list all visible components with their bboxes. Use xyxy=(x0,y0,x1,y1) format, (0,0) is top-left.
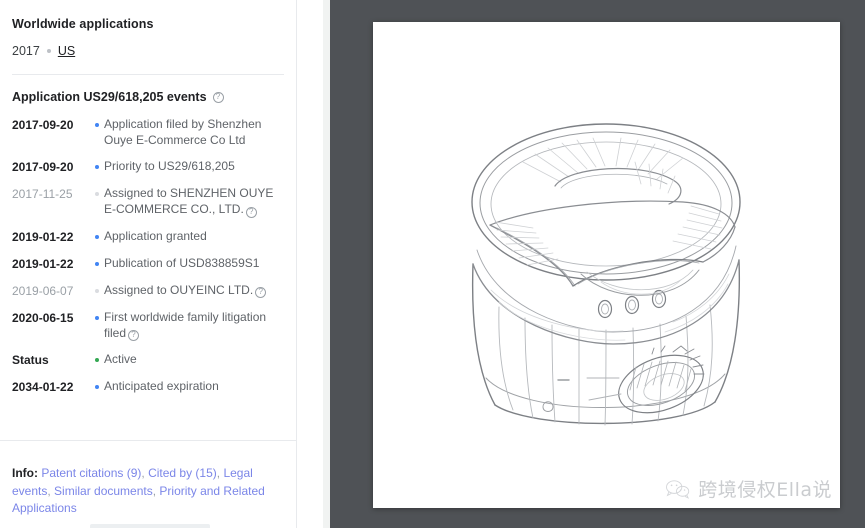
event-date: 2017-11-25 xyxy=(12,187,73,201)
info-links-block: Info: Patent citations (9), Cited by (15… xyxy=(12,465,284,518)
events-list: 2017-09-20 Application filed by Shenzhen … xyxy=(12,108,284,395)
event-date: 2017-09-20 xyxy=(12,160,74,174)
worldwide-applications-title: Worldwide applications xyxy=(12,17,154,31)
bullet-dot-icon xyxy=(95,385,99,389)
event-row: 2017-09-20 Priority to US29/618,205 xyxy=(12,158,284,175)
bullet-dot-icon xyxy=(95,192,99,196)
event-text: First worldwide family litigation filed? xyxy=(104,309,284,341)
worldwide-year-row: 2017 US xyxy=(12,31,284,58)
bullet-dot-icon xyxy=(46,49,51,53)
info-link[interactable]: Patent citations (9) xyxy=(41,466,141,480)
event-bullet-wrap xyxy=(90,282,104,293)
event-date: 2019-06-07 xyxy=(12,283,74,298)
bullet-dot-icon xyxy=(95,234,99,239)
bullet-dot-icon xyxy=(95,315,99,320)
info-links: Patent citations (9), Cited by (15), Leg… xyxy=(12,466,265,515)
info-divider xyxy=(0,440,296,441)
event-text: Active xyxy=(104,351,284,367)
info-label: Info: xyxy=(12,466,38,480)
event-row: 2020-06-15 First worldwide family litigat… xyxy=(12,309,284,341)
country-code-link-us[interactable]: US xyxy=(58,44,75,58)
event-date: 2019-01-22 xyxy=(12,229,74,244)
help-icon[interactable]: ? xyxy=(255,287,267,298)
event-text-label: Priority to US29/618,205 xyxy=(104,159,235,173)
event-bullet-wrap xyxy=(90,116,104,127)
document-viewer: 跨境侵权Ella说 xyxy=(330,0,865,528)
event-date: 2019-01-22 xyxy=(12,256,74,271)
help-icon-glyph: ? xyxy=(249,206,254,216)
events-header: Application US29/618,205 events ? xyxy=(12,75,284,108)
event-text: Application filed by Shenzhen Ouye E-Com… xyxy=(104,116,284,148)
help-icon-glyph: ? xyxy=(131,330,136,339)
event-text-label: Anticipated expiration xyxy=(104,379,219,393)
event-row: 2017-09-20 Application filed by Shenzhen … xyxy=(12,116,284,148)
bullet-dot-icon xyxy=(95,288,99,293)
watermark: 跨境侵权Ella说 xyxy=(665,475,832,502)
event-text-label: Application filed by Shenzhen Ouye E-Com… xyxy=(104,117,262,147)
event-date: 2017-09-20 xyxy=(12,118,74,132)
event-text: Publication of USD838859S1 xyxy=(104,255,284,271)
event-text: Assigned to SHENZHEN OUYE E-COMMERCE CO.… xyxy=(104,185,284,218)
left-info-panel: Worldwide applications 2017 US Applicati… xyxy=(0,0,297,528)
event-bullet-wrap xyxy=(90,228,104,239)
event-row: 2019-01-22 Application granted xyxy=(12,228,284,245)
document-page[interactable]: 跨境侵权Ella说 xyxy=(373,22,840,508)
patent-detail-screen: Worldwide applications 2017 US Applicati… xyxy=(0,0,865,528)
watermark-text: 跨境侵权Ella说 xyxy=(698,479,832,501)
event-bullet-wrap xyxy=(90,158,104,169)
event-bullet-wrap xyxy=(90,351,104,362)
help-icon[interactable]: ? xyxy=(212,91,224,103)
viewer-edge-strip xyxy=(323,0,330,528)
event-bullet-wrap xyxy=(90,255,104,266)
event-bullet-wrap xyxy=(90,309,104,320)
event-row: Status Active xyxy=(12,351,284,368)
event-text: Priority to US29/618,205 xyxy=(104,158,284,174)
patent-drawing-svg xyxy=(471,123,741,426)
worldwide-year: 2017 xyxy=(12,44,40,58)
bullet-dot-icon xyxy=(95,358,99,362)
event-row: 2019-06-07 Assigned to OUYEINC LTD.? xyxy=(12,282,284,299)
bullet-dot-icon xyxy=(95,261,99,266)
event-bullet-wrap xyxy=(90,185,104,196)
page-bottom-stub xyxy=(90,524,210,528)
event-text-label: Publication of USD838859S1 xyxy=(104,255,260,270)
event-date: Status xyxy=(12,353,49,367)
event-row: 2019-01-22 Publication of USD838859S1 xyxy=(12,255,284,272)
event-text: Assigned to OUYEINC LTD.? xyxy=(104,282,284,298)
bullet-dot-icon xyxy=(95,123,99,127)
bullet-dot-icon xyxy=(95,165,99,169)
event-bullet-wrap xyxy=(90,378,104,389)
event-text: Application granted xyxy=(104,228,284,244)
patent-drawing xyxy=(373,22,840,508)
event-date: 2020-06-15 xyxy=(12,310,74,325)
info-link[interactable]: Similar documents xyxy=(54,484,153,498)
help-icon[interactable]: ? xyxy=(128,330,140,341)
event-date: 2034-01-22 xyxy=(12,380,74,394)
events-title: Application US29/618,205 events xyxy=(12,90,207,104)
help-icon[interactable]: ? xyxy=(245,206,257,218)
event-row: 2017-11-25 Assigned to SHENZHEN OUYE E-CO… xyxy=(12,185,284,218)
wechat-icon xyxy=(666,479,690,499)
event-text-label: Assigned to OUYEINC LTD. xyxy=(104,282,254,297)
event-text: Anticipated expiration xyxy=(104,378,284,394)
info-link[interactable]: Cited by (15) xyxy=(148,466,217,480)
event-text-label: Application granted xyxy=(104,228,207,243)
event-row: 2034-01-22 Anticipated expiration xyxy=(12,378,284,395)
help-icon-glyph: ? xyxy=(258,287,263,296)
event-text-label: Active xyxy=(104,352,137,366)
